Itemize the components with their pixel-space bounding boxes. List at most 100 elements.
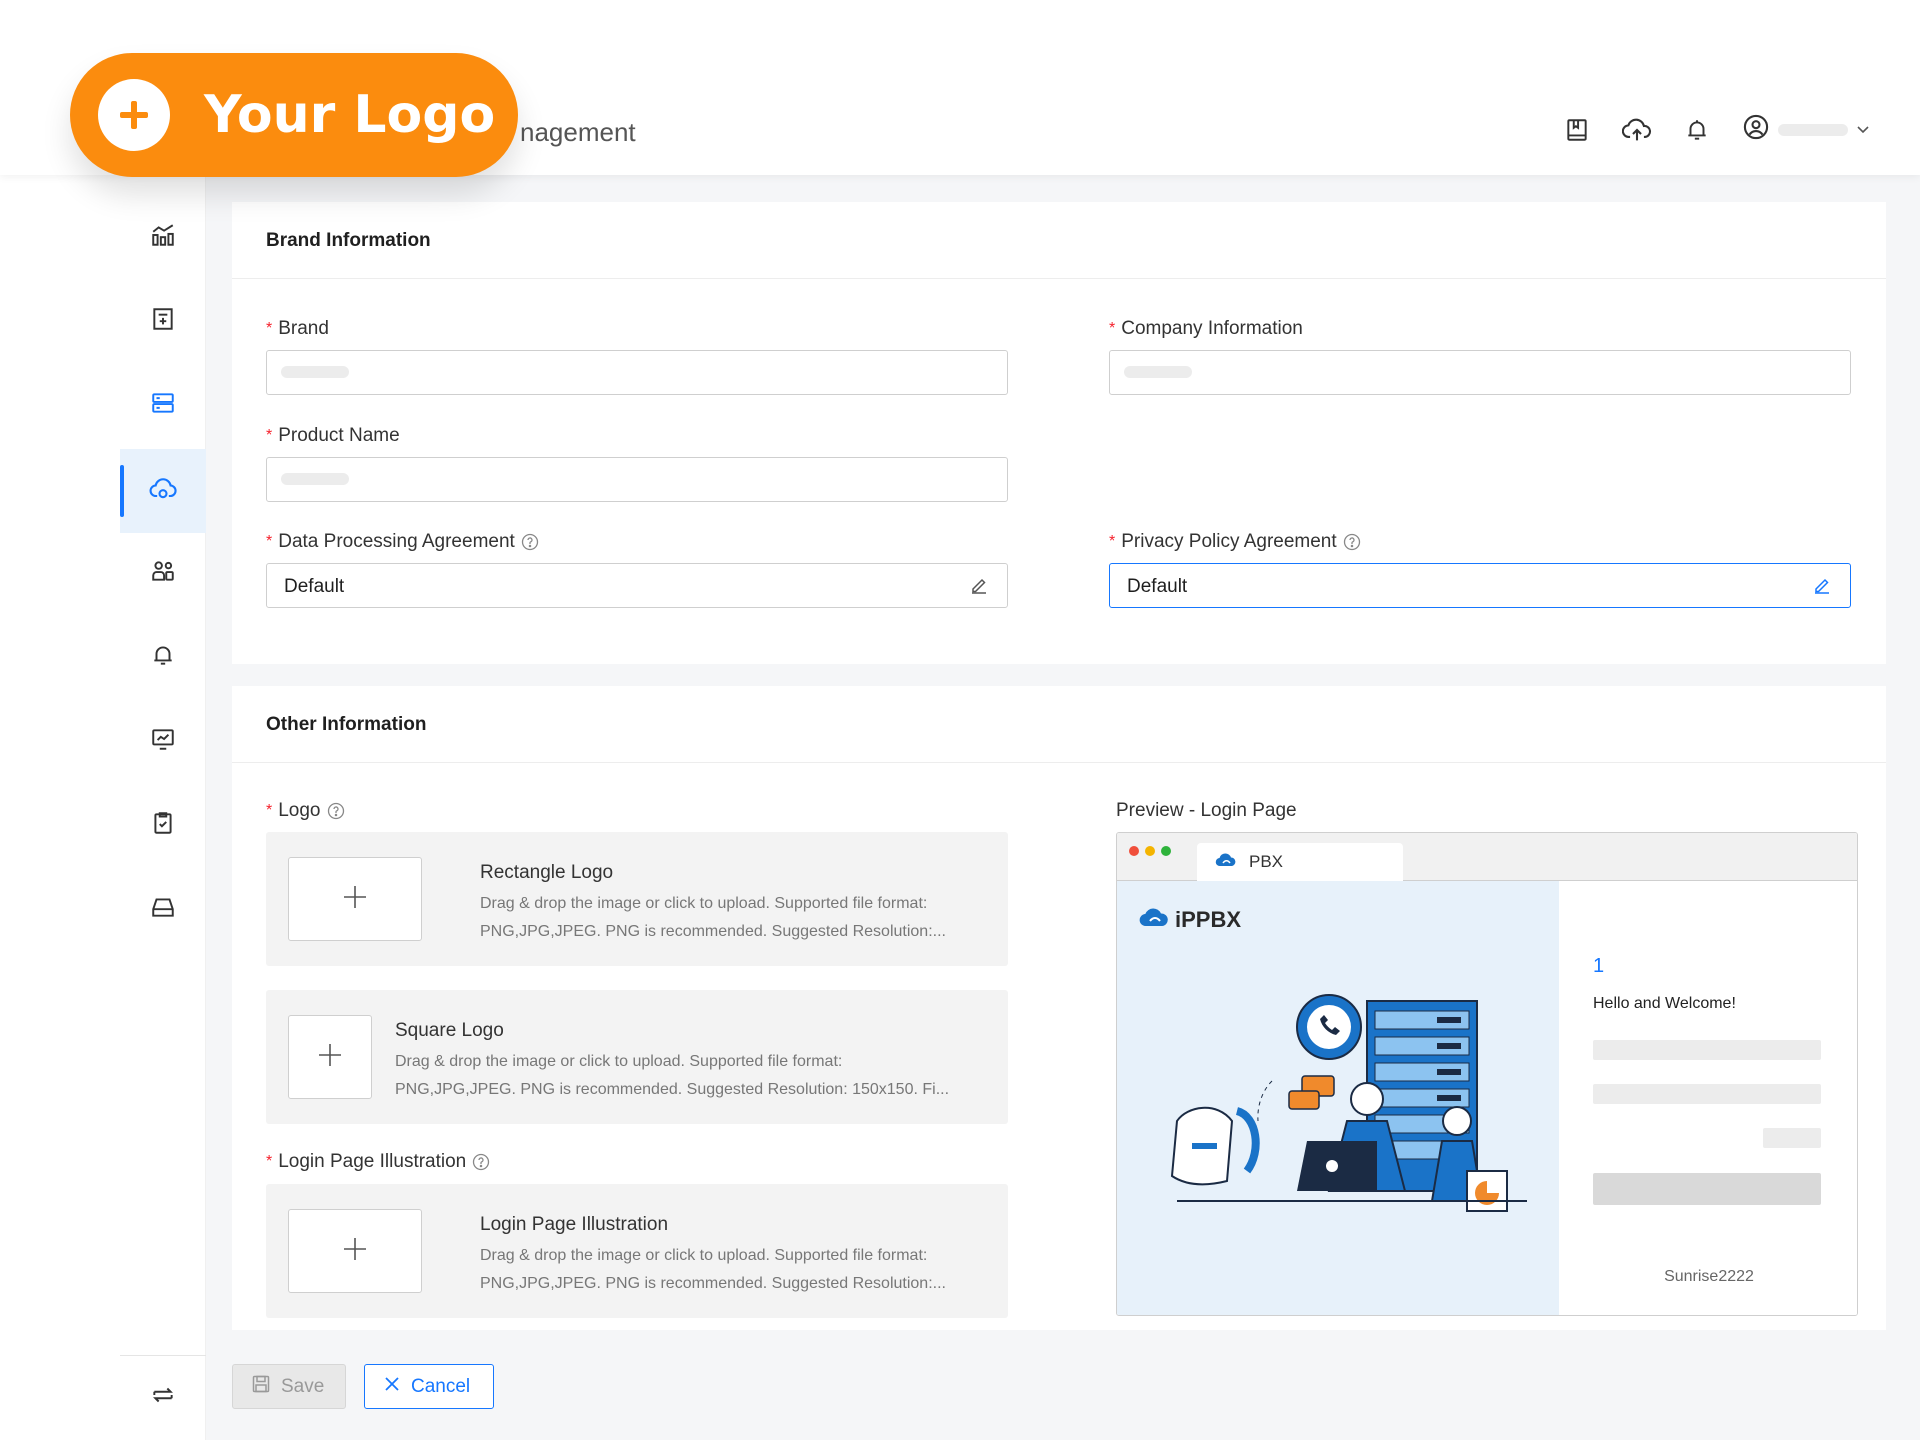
bookmark-icon	[150, 306, 176, 337]
cancel-label: Cancel	[411, 1375, 471, 1397]
users-icon	[150, 558, 176, 589]
minimize-dot	[1145, 846, 1155, 856]
company-label-text: Company Information	[1121, 318, 1303, 339]
required-mark: *	[1109, 320, 1116, 337]
book-icon[interactable]	[1562, 115, 1592, 145]
product-label-text: Product Name	[278, 425, 400, 446]
brand-information-card: Brand Information * Brand * Company Info…	[232, 202, 1886, 664]
help-icon[interactable]	[1343, 533, 1361, 551]
login-button-placeholder	[1593, 1173, 1821, 1205]
header-actions	[1562, 113, 1870, 146]
square-logo-upload[interactable]: Square Logo Drag & drop the image or cli…	[266, 990, 1008, 1124]
edit-icon[interactable]	[1812, 575, 1832, 600]
upload-title: Rectangle Logo	[480, 862, 614, 883]
cancel-button[interactable]: Cancel	[364, 1364, 494, 1409]
section-title: Other Information	[266, 714, 427, 735]
user-menu[interactable]	[1742, 113, 1870, 146]
desc-line: Drag & drop the image or click to upload…	[480, 895, 928, 912]
illustration-label-text: Login Page Illustration	[278, 1151, 467, 1172]
welcome-text: Hello and Welcome!	[1593, 995, 1736, 1012]
sidebar-item-notifications[interactable]	[120, 615, 206, 699]
edit-icon[interactable]	[969, 575, 989, 600]
value-placeholder	[281, 366, 349, 378]
user-circle-icon	[1742, 113, 1770, 146]
browser-tab: PBX	[1197, 843, 1403, 881]
product-name-label: * Product Name	[266, 425, 400, 447]
rectangle-logo-upload[interactable]: Rectangle Logo Drag & drop the image or …	[266, 832, 1008, 966]
cloud-logo-icon	[1139, 906, 1169, 934]
plus-icon	[317, 1042, 343, 1073]
dpa-label-text: Data Processing Agreement	[278, 531, 515, 552]
required-mark: *	[266, 320, 273, 337]
sidebar-item-server[interactable]	[120, 363, 206, 447]
cloud-upload-icon[interactable]	[1622, 115, 1652, 145]
desc-line: PNG,JPG,JPEG. PNG is recommended. Sugges…	[480, 1275, 946, 1292]
upload-title: Login Page Illustration	[480, 1214, 669, 1235]
privacy-policy-agreement-input[interactable]: Default	[1109, 563, 1851, 608]
bell-icon[interactable]	[1682, 115, 1712, 145]
sidebar-item-dashboard[interactable]	[120, 195, 206, 279]
sidebar-item-storage[interactable]	[120, 867, 206, 951]
upload-button[interactable]	[288, 1209, 422, 1293]
help-icon[interactable]	[327, 802, 345, 820]
help-icon[interactable]	[521, 533, 539, 551]
plus-icon	[342, 884, 368, 915]
desc-line: Drag & drop the image or click to upload…	[480, 1247, 928, 1264]
brand-label: * Brand	[266, 318, 329, 340]
sidebar	[120, 175, 206, 1440]
footer-text: Sunrise2222	[1664, 1268, 1754, 1285]
username-placeholder	[1778, 123, 1848, 136]
sidebar-item-bookmark[interactable]	[120, 279, 206, 363]
storage-icon	[150, 894, 176, 925]
privacy-policy-agreement-label: * Privacy Policy Agreement	[1109, 531, 1361, 553]
logo-label: * Logo	[266, 800, 345, 822]
privacy-value: Default	[1127, 576, 1188, 597]
sidebar-item-switch[interactable]	[120, 1355, 206, 1439]
preview-label: Preview - Login Page	[1116, 800, 1297, 821]
required-mark: *	[266, 1153, 273, 1170]
clipboard-check-icon	[150, 810, 176, 841]
privacy-label-text: Privacy Policy Agreement	[1121, 531, 1337, 552]
upload-button[interactable]	[288, 1015, 372, 1099]
section-title: Brand Information	[266, 230, 431, 251]
upload-button[interactable]	[288, 857, 422, 941]
save-label: Save	[281, 1375, 325, 1397]
sidebar-item-users[interactable]	[120, 531, 206, 615]
monitor-chart-icon	[150, 726, 176, 757]
required-mark: *	[266, 427, 273, 444]
required-mark: *	[266, 802, 273, 819]
close-icon	[383, 1375, 401, 1399]
logo-text: Your Logo	[204, 85, 496, 145]
preview-brand: iPPBX	[1139, 906, 1241, 934]
upload-description: Drag & drop the image or click to upload…	[395, 1048, 985, 1104]
save-button[interactable]: Save	[232, 1364, 346, 1409]
preview-login-panel: 1 Hello and Welcome! Sunrise2222	[1559, 881, 1857, 1315]
sidebar-item-monitor[interactable]	[120, 699, 206, 783]
sidebar-item-tasks[interactable]	[120, 783, 206, 867]
dashboard-icon	[150, 222, 176, 253]
help-icon[interactable]	[472, 1153, 490, 1171]
login-illustration-upload[interactable]: Login Page Illustration Drag & drop the …	[266, 1184, 1008, 1318]
plus-icon	[342, 1236, 368, 1267]
data-processing-agreement-input[interactable]: Default	[266, 563, 1008, 608]
preview-illustration-panel: iPPBX	[1117, 881, 1559, 1315]
close-dot	[1129, 846, 1139, 856]
brand-label-text: Brand	[278, 318, 329, 339]
brand-input[interactable]	[266, 350, 1008, 395]
logo-label-text: Logo	[278, 800, 321, 821]
desc-line: Drag & drop the image or click to upload…	[395, 1053, 843, 1070]
tab-label: PBX	[1249, 852, 1284, 871]
call-center-illustration	[1170, 994, 1527, 1212]
your-logo-badge: Your Logo	[70, 53, 518, 177]
product-name-input[interactable]	[266, 457, 1008, 502]
required-mark: *	[266, 533, 273, 550]
login-page-illustration-label: * Login Page Illustration	[266, 1151, 490, 1173]
server-icon	[150, 390, 176, 421]
company-information-input[interactable]	[1109, 350, 1851, 395]
username-field-placeholder	[1593, 1040, 1821, 1060]
switch-icon	[150, 1382, 176, 1413]
upload-description: Drag & drop the image or click to upload…	[480, 890, 980, 946]
sidebar-item-cloud-service[interactable]	[120, 449, 206, 533]
save-icon	[251, 1374, 271, 1400]
desc-line: PNG,JPG,JPEG. PNG is recommended. Sugges…	[395, 1081, 950, 1098]
